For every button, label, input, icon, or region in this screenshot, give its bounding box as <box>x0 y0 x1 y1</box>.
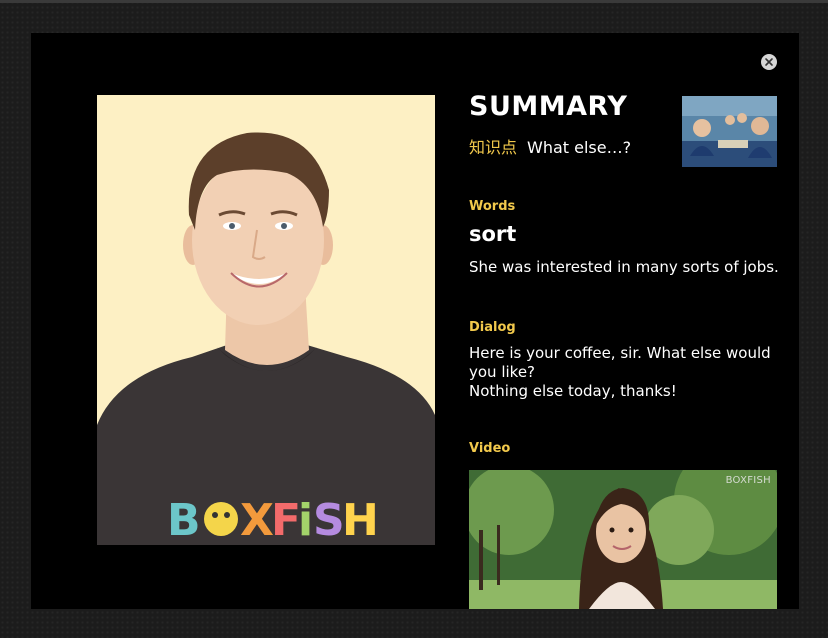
summary-modal: B X F i S H SUMMARY 知识点 What else…? Word… <box>31 33 799 609</box>
knowledge-point-label: 知识点 <box>469 138 518 157</box>
summary-title: SUMMARY <box>469 91 628 122</box>
video-label: Video <box>469 441 511 456</box>
words-label: Words <box>469 199 516 214</box>
summary-subtitle: 知识点 What else…? <box>469 134 631 158</box>
vocabulary-word: sort <box>469 222 517 246</box>
lesson-thumbnail[interactable] <box>682 96 777 167</box>
dialog-label: Dialog <box>469 320 516 335</box>
video-player[interactable]: BOXFISH <box>469 470 777 609</box>
top-bar <box>0 0 828 3</box>
svg-text:B: B <box>167 495 201 545</box>
svg-text:S: S <box>313 495 345 545</box>
svg-text:X: X <box>240 495 274 545</box>
word-example-sentence: She was interested in many sorts of jobs… <box>469 258 779 276</box>
close-button[interactable] <box>761 54 777 70</box>
teacher-portrait: B X F i S H <box>97 95 435 545</box>
video-watermark: BOXFISH <box>725 475 771 486</box>
lesson-title: What else…? <box>527 138 632 157</box>
svg-text:F: F <box>271 495 301 545</box>
dialog-line: Here is your coffee, sir. What else woul… <box>469 344 771 381</box>
close-icon <box>765 58 773 66</box>
dialog-line: Nothing else today, thanks! <box>469 382 677 400</box>
svg-text:i: i <box>298 495 313 545</box>
svg-text:H: H <box>342 495 379 545</box>
